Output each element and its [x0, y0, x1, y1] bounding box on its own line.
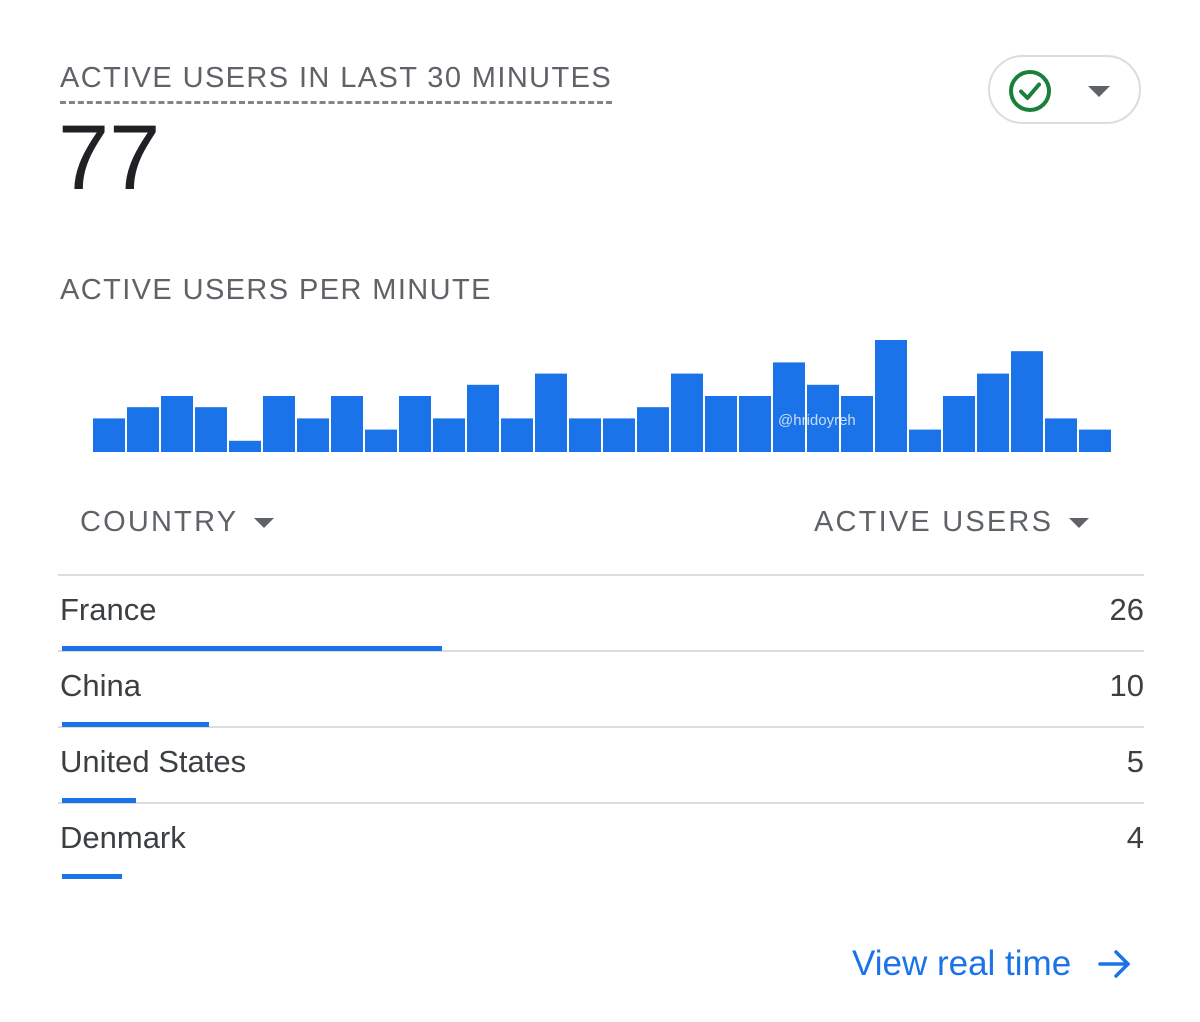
chart-bar[interactable]: [263, 396, 295, 452]
view-real-time-label: View real time: [852, 944, 1072, 983]
chart-bar[interactable]: [705, 396, 737, 452]
share-bar: [62, 722, 209, 727]
country-name: Denmark: [60, 820, 186, 855]
chart-bar[interactable]: [1011, 351, 1043, 452]
chart-bar[interactable]: [161, 396, 193, 452]
share-bar: [62, 874, 122, 879]
chart-title: ACTIVE USERS PER MINUTE: [60, 274, 492, 306]
chart-bar[interactable]: [195, 407, 227, 452]
chart-bar[interactable]: [1079, 429, 1111, 452]
chart-bar[interactable]: [297, 418, 329, 452]
chart-bar[interactable]: [739, 396, 771, 452]
caret-down-icon: [1069, 517, 1090, 528]
chart-bar[interactable]: [127, 407, 159, 452]
country-table: France 26 China 10 United States 5 Denma…: [58, 576, 1144, 879]
arrow-right-icon: [1098, 950, 1130, 978]
check-circle-icon: [1009, 70, 1051, 112]
chart-bar[interactable]: [433, 418, 465, 452]
country-name: France: [60, 592, 157, 627]
table-row[interactable]: Denmark 4: [58, 804, 1144, 879]
table-row[interactable]: France 26: [58, 576, 1144, 652]
active-users-column-label: ACTIVE USERS: [814, 506, 1054, 538]
country-name: China: [60, 668, 141, 703]
chart-bar[interactable]: [331, 396, 363, 452]
watermark: @hridoyreh: [778, 412, 856, 429]
chart-bar[interactable]: [773, 362, 805, 452]
country-column-header[interactable]: COUNTRY: [80, 506, 275, 539]
chart-bar[interactable]: [467, 384, 499, 452]
active-users-count: 26: [1109, 592, 1144, 627]
chart-bar[interactable]: [569, 418, 601, 452]
chart-bar[interactable]: [229, 440, 261, 452]
active-users-card: ACTIVE USERS IN LAST 30 MINUTES 77 ACTIV…: [0, 0, 1200, 1022]
status-dropdown-button[interactable]: [988, 55, 1141, 124]
chart-bar[interactable]: [365, 429, 397, 452]
active-users-count: 4: [1126, 820, 1144, 855]
active-users-per-minute-chart: [93, 340, 1111, 452]
chart-bar[interactable]: [93, 418, 125, 452]
chart-bar[interactable]: [1045, 418, 1077, 452]
chart-bar[interactable]: [535, 373, 567, 452]
table-row[interactable]: China 10: [58, 652, 1144, 728]
active-users-count: 10: [1109, 668, 1144, 703]
country-column-label: COUNTRY: [80, 506, 239, 538]
caret-down-icon: [1088, 86, 1110, 97]
active-users-count: 5: [1126, 744, 1144, 779]
chart-bar[interactable]: [909, 429, 941, 452]
view-real-time-link[interactable]: View real time: [852, 944, 1133, 984]
chart-bar[interactable]: [399, 396, 431, 452]
card-title[interactable]: ACTIVE USERS IN LAST 30 MINUTES: [60, 62, 613, 104]
chart-bar[interactable]: [977, 373, 1009, 452]
chart-bar[interactable]: [671, 373, 703, 452]
country-name: United States: [60, 744, 247, 779]
share-bar: [62, 798, 136, 803]
active-users-column-header[interactable]: ACTIVE USERS: [814, 506, 1090, 539]
table-row[interactable]: United States 5: [58, 728, 1144, 804]
chart-bar[interactable]: [603, 418, 635, 452]
chart-bar[interactable]: [943, 396, 975, 452]
caret-down-icon: [254, 517, 275, 528]
share-bar: [62, 646, 443, 651]
chart-bar[interactable]: [501, 418, 533, 452]
chart-bar[interactable]: [637, 407, 669, 452]
total-active-users: 77: [58, 107, 161, 209]
chart-bar[interactable]: [875, 340, 907, 452]
